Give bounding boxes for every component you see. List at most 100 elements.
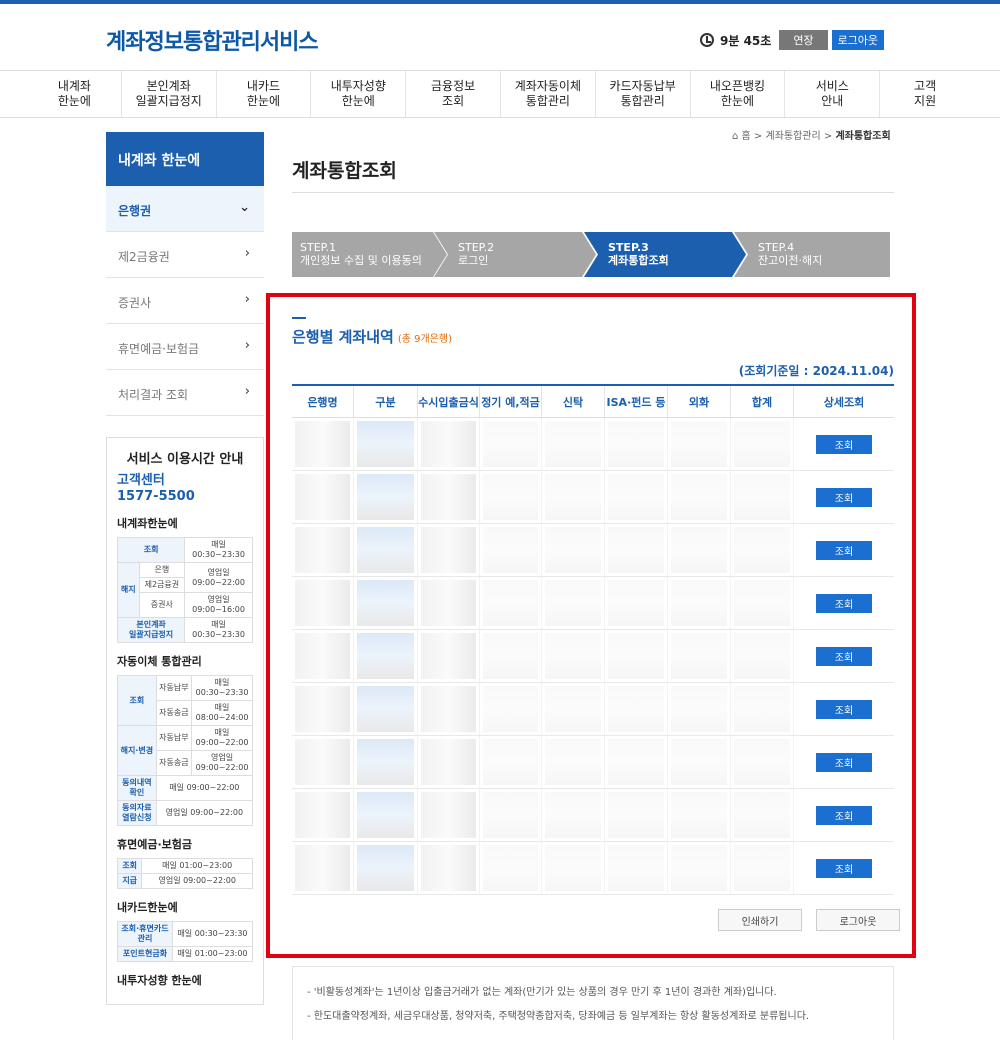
detail-view-button[interactable]: 조회 — [816, 752, 872, 772]
column-header: 정기 예,적금 — [480, 386, 542, 417]
section-title: 은행별 계좌내역 (총 9개은행) — [292, 317, 452, 347]
column-header: 구분 — [354, 386, 418, 417]
table-cell: 조회 — [794, 789, 894, 841]
blurred-value — [295, 580, 350, 626]
detail-view-button[interactable]: 조회 — [816, 699, 872, 719]
gnb-item[interactable]: 서비스 안내 — [785, 71, 881, 117]
breadcrumb-mid[interactable]: 계좌통합관리 — [766, 131, 821, 142]
side-nav-item[interactable]: 휴면예금·보험금 › — [106, 324, 264, 370]
table-cell — [668, 577, 731, 629]
column-header: 은행명 — [292, 386, 354, 417]
blurred-value — [483, 686, 538, 732]
blurred-value — [608, 845, 664, 891]
logout-button[interactable]: 로그아웃 — [816, 909, 900, 931]
gnb-item[interactable]: 계좌자동이체 통합관리 — [501, 71, 596, 117]
section-heading: 내투자성향 한눈에 — [117, 974, 202, 987]
blurred-value — [421, 739, 476, 785]
detail-view-button[interactable]: 조회 — [816, 487, 872, 507]
blurred-value — [483, 474, 538, 520]
gnb-item[interactable]: 내투자성향 한눈에 — [311, 71, 407, 117]
blurred-value — [357, 474, 414, 520]
blurred-value — [671, 739, 727, 785]
table-cell — [668, 471, 731, 523]
blurred-value — [483, 845, 538, 891]
table-cell — [668, 736, 731, 788]
table-cell — [418, 736, 480, 788]
table-cell — [542, 524, 605, 576]
blurred-value — [734, 845, 790, 891]
logout-button-top[interactable]: 로그아웃 — [831, 30, 885, 50]
chevron-right-icon: › — [244, 292, 250, 307]
detail-view-button[interactable]: 조회 — [816, 646, 872, 666]
breadcrumb: ⌂ 홈 > 계좌통합관리 > 계좌통합조회 — [732, 131, 891, 142]
detail-view-button[interactable]: 조회 — [816, 858, 872, 878]
table-cell — [731, 630, 794, 682]
detail-view-button[interactable]: 조회 — [816, 540, 872, 560]
side-nav-title: 내계좌 한눈에 — [106, 132, 264, 186]
step-4: STEP.4 잔고이전·해지 — [734, 232, 890, 277]
print-button[interactable]: 인쇄하기 — [718, 909, 802, 931]
divider — [292, 192, 894, 193]
gnb-item[interactable]: 본인계좌 일괄지급정지 — [122, 71, 217, 117]
side-nav-item[interactable]: 은행권 ⌄ — [106, 186, 264, 232]
cell: 매일 01:00~23:00 — [171, 946, 254, 962]
cell: 은행 — [138, 562, 186, 578]
detail-view-button[interactable]: 조회 — [816, 593, 872, 613]
table-cell — [542, 736, 605, 788]
notes-box: - '비활동성계좌'는 1년이상 입출금거래가 없는 계좌(만기가 있는 상품의… — [292, 966, 894, 1040]
extend-button[interactable]: 연장 — [779, 30, 828, 50]
table-row: 조회 — [292, 471, 894, 524]
blurred-value — [295, 527, 350, 573]
column-header: 신탁 — [542, 386, 605, 417]
table-cell — [731, 736, 794, 788]
blurred-value — [357, 633, 414, 679]
table-cell — [542, 630, 605, 682]
step-label: 로그인 — [458, 254, 489, 267]
blurred-value — [608, 580, 664, 626]
gnb-item[interactable]: 내카드 한눈에 — [217, 71, 312, 117]
side-nav-item[interactable]: 처리결과 조회 › — [106, 370, 264, 416]
site-logo[interactable]: 계좌정보통합관리서비스 — [106, 24, 319, 56]
table-cell — [731, 789, 794, 841]
table-cell — [731, 683, 794, 735]
table-cell — [292, 418, 354, 470]
table-cell — [605, 736, 668, 788]
chevron-right-icon: › — [244, 384, 250, 399]
table-cell — [605, 577, 668, 629]
gnb-item[interactable]: 내오픈뱅킹 한눈에 — [691, 71, 786, 117]
blurred-value — [608, 633, 664, 679]
table-cell — [542, 683, 605, 735]
table-cell — [480, 842, 542, 894]
blurred-value — [421, 845, 476, 891]
breadcrumb-home[interactable]: 홈 — [742, 131, 751, 142]
hours-table: 조회 매일 00:30~23:30 해지 은행 영업일 09:00~22:00 제2금… — [116, 537, 253, 643]
cell: 영업일 09:00~22:00 — [191, 750, 253, 776]
column-header: 상세조회 — [823, 395, 865, 409]
table-cell — [480, 683, 542, 735]
note-text: - 한도대출약정계좌, 세금우대상품, 청약저축, 주택청약종합저축, 당좌예금… — [307, 1011, 810, 1022]
table-cell — [354, 524, 418, 576]
gnb-item[interactable]: 고객 지원 — [880, 71, 1000, 117]
cc-phone: 1577-5500 — [117, 489, 195, 504]
blurred-value — [421, 792, 476, 838]
gnb-item[interactable]: 금융정보 조회 — [406, 71, 501, 117]
home-icon[interactable]: ⌂ — [732, 131, 738, 142]
gnb-item[interactable]: 내계좌 한눈에 — [0, 71, 122, 117]
blurred-value — [357, 792, 414, 838]
side-nav-label: 은행권 — [118, 204, 152, 218]
cell: 영업일 09:00~16:00 — [184, 592, 253, 618]
table-cell — [480, 471, 542, 523]
gnb-item[interactable]: 카드자동납부 통합관리 — [596, 71, 691, 117]
side-nav-item[interactable]: 제2금융권 › — [106, 232, 264, 278]
detail-view-button[interactable]: 조회 — [816, 434, 872, 454]
detail-view-button[interactable]: 조회 — [816, 805, 872, 825]
table-cell — [292, 736, 354, 788]
table-cell — [480, 789, 542, 841]
cell: 매일 08:00~24:00 — [191, 700, 253, 726]
side-nav-item[interactable]: 증권사 › — [106, 278, 264, 324]
table-cell — [354, 736, 418, 788]
account-table: 은행명 구분 수시입출금식 정기 예,적금 신탁 ISA·펀드 등 외화 합계 … — [292, 384, 894, 895]
table-cell — [480, 736, 542, 788]
table-cell — [418, 683, 480, 735]
blurred-value — [357, 686, 414, 732]
